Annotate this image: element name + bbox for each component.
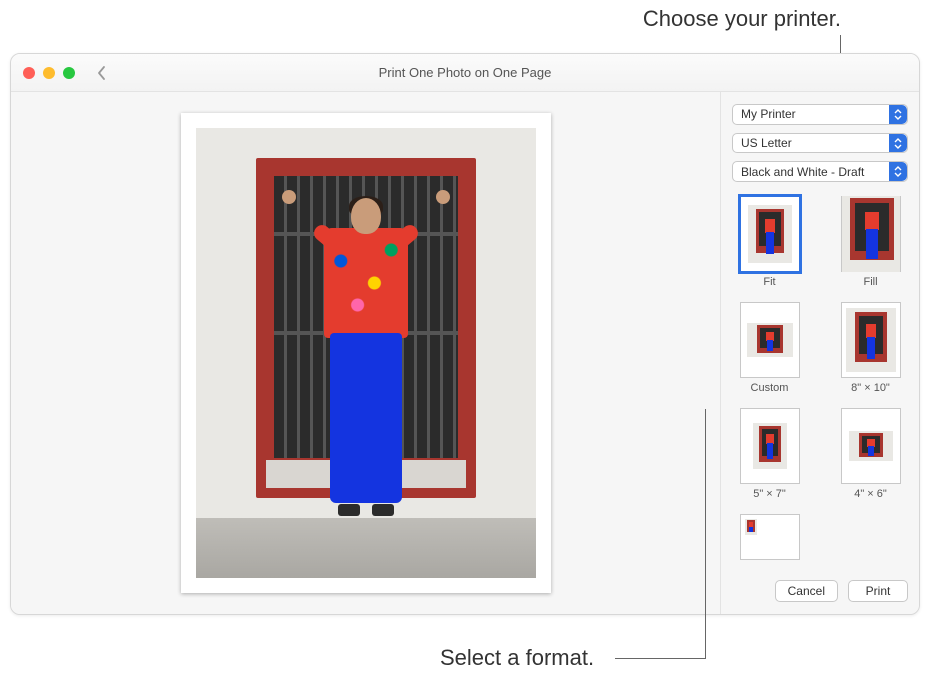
format-thumb: [740, 302, 800, 378]
format-thumb: [740, 196, 800, 272]
format-option-fill[interactable]: Fill: [833, 196, 908, 288]
print-options-sidebar: My Printer US Letter Black and White - D…: [720, 92, 919, 614]
paper-size-dropdown-value: US Letter: [741, 136, 792, 150]
cancel-button[interactable]: Cancel: [775, 580, 838, 602]
print-button[interactable]: Print: [848, 580, 908, 602]
quality-dropdown-value: Black and White - Draft: [741, 165, 864, 179]
dialog-footer-buttons: Cancel Print: [732, 572, 908, 602]
close-button[interactable]: [23, 67, 35, 79]
window-controls: [23, 67, 75, 79]
minimize-button[interactable]: [43, 67, 55, 79]
format-label: Fill: [863, 276, 877, 288]
format-option-4x6[interactable]: 4" × 6": [833, 408, 908, 500]
format-thumb: [740, 408, 800, 484]
print-preview-pane: [11, 92, 720, 614]
photo-preview: [196, 128, 536, 578]
content-area: My Printer US Letter Black and White - D…: [11, 92, 919, 614]
format-option-contact-sheet[interactable]: [732, 514, 807, 564]
format-label: 5" × 7": [753, 488, 786, 500]
format-option-custom[interactable]: Custom: [732, 302, 807, 394]
print-dialog-window: Print One Photo on One Page: [10, 53, 920, 615]
format-option-fit[interactable]: Fit: [732, 196, 807, 288]
fullscreen-button[interactable]: [63, 67, 75, 79]
quality-dropdown[interactable]: Black and White - Draft: [732, 161, 908, 182]
printer-dropdown-value: My Printer: [741, 107, 796, 121]
format-label: 4" × 6": [854, 488, 887, 500]
callout-select-format: Select a format.: [440, 645, 594, 671]
callout-choose-printer: Choose your printer.: [643, 6, 841, 32]
format-thumb: [841, 408, 901, 484]
format-thumb: [841, 196, 901, 272]
page-preview: [181, 113, 551, 593]
callout-leader-line: [705, 409, 706, 659]
format-thumb: [841, 302, 901, 378]
chevron-updown-icon: [889, 162, 907, 181]
window-title: Print One Photo on One Page: [379, 65, 552, 80]
format-option-8x10[interactable]: 8" × 10": [833, 302, 908, 394]
format-thumb: [740, 514, 800, 560]
format-label: 8" × 10": [851, 382, 890, 394]
format-grid: Fit Fill: [732, 196, 908, 564]
format-label: Custom: [751, 382, 789, 394]
printer-dropdown[interactable]: My Printer: [732, 104, 908, 125]
chevron-updown-icon: [889, 134, 907, 153]
callout-leader-line: [615, 658, 705, 659]
chevron-updown-icon: [889, 105, 907, 124]
format-option-5x7[interactable]: 5" × 7": [732, 408, 807, 500]
titlebar: Print One Photo on One Page: [11, 54, 919, 92]
back-button[interactable]: [91, 62, 113, 84]
format-label: Fit: [763, 276, 775, 288]
paper-size-dropdown[interactable]: US Letter: [732, 133, 908, 154]
